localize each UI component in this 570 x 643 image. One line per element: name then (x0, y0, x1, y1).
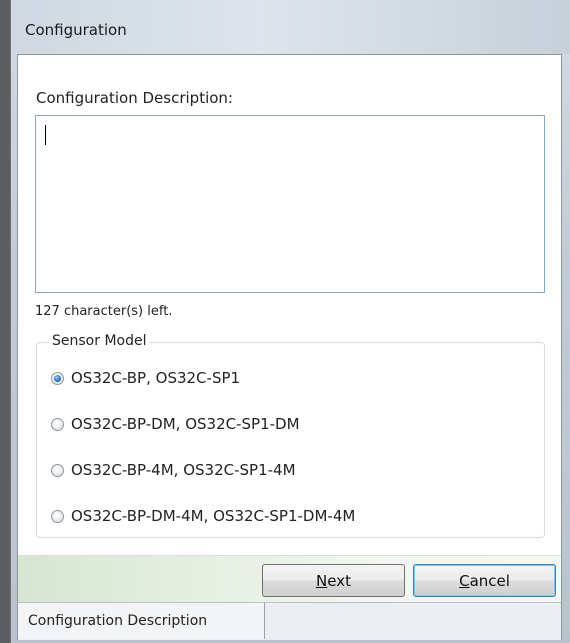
radio-button[interactable] (51, 417, 64, 431)
radio-option-label: OS32C-BP-4M, OS32C-SP1-4M (71, 461, 296, 479)
sensor-model-legend: Sensor Model (49, 333, 150, 349)
radio-option-os32c-bp[interactable]: OS32C-BP, OS32C-SP1 (51, 369, 240, 387)
cancel-button[interactable]: Cancel (413, 564, 556, 597)
tab-label: Configuration Description (28, 613, 208, 629)
window-title: Configuration (25, 21, 127, 39)
configuration-window: Configuration Configuration Description:… (10, 0, 570, 643)
sensor-model-group: Sensor Model OS32C-BP, OS32C-SP1 OS32C-B… (36, 333, 545, 538)
next-mnemonic: N (316, 571, 328, 590)
dialog-content: Configuration Description: 127 character… (17, 54, 562, 640)
text-caret (45, 125, 46, 145)
radio-button[interactable] (51, 463, 64, 477)
radio-option-os32c-bp-dm[interactable]: OS32C-BP-DM, OS32C-SP1-DM (51, 415, 300, 433)
cancel-label: ancel (469, 571, 510, 590)
characters-left-text: 127 character(s) left. (35, 304, 173, 319)
title-bar[interactable]: Configuration (11, 0, 570, 54)
description-label: Configuration Description: (36, 89, 233, 107)
next-button[interactable]: Next (262, 564, 405, 597)
button-footer: Next Cancel (18, 555, 561, 603)
radio-option-label: OS32C-BP-DM, OS32C-SP1-DM (71, 415, 300, 433)
radio-option-label: OS32C-BP, OS32C-SP1 (71, 369, 241, 387)
next-label: ext (327, 571, 351, 590)
radio-button[interactable] (51, 509, 64, 523)
description-textarea[interactable] (35, 115, 545, 293)
tab-configuration-description[interactable]: Configuration Description (18, 603, 265, 639)
status-tab-bar: Configuration Description (18, 602, 561, 640)
radio-option-label: OS32C-BP-DM-4M, OS32C-SP1-DM-4M (71, 507, 356, 525)
radio-option-os32c-bp-4m[interactable]: OS32C-BP-4M, OS32C-SP1-4M (51, 461, 296, 479)
radio-option-os32c-bp-dm-4m[interactable]: OS32C-BP-DM-4M, OS32C-SP1-DM-4M (51, 507, 355, 525)
radio-button-checked[interactable] (51, 371, 64, 385)
cancel-mnemonic: C (459, 571, 470, 590)
